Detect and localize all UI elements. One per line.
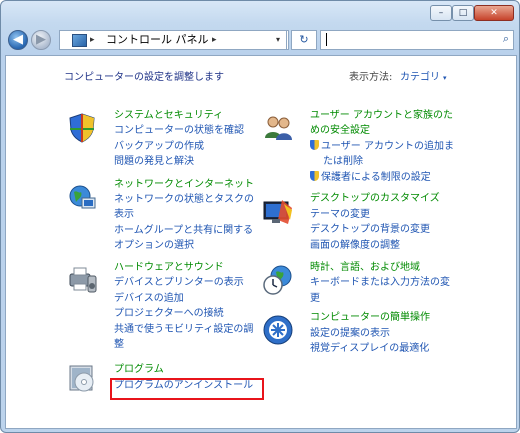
- category-ease-of-access[interactable]: コンピューターの簡単操作: [310, 310, 430, 325]
- link-connect-projector[interactable]: プロジェクターへの接続: [114, 306, 224, 321]
- desktop-display-icon[interactable]: [262, 196, 294, 228]
- highlight-box: [110, 378, 264, 400]
- control-panel-window: – □ ✕ ◀ ▶ ▸ コントロール パネル ▸ ▾ ↻ ⌕ コンピューターの設…: [0, 0, 520, 433]
- address-bar[interactable]: ▸ コントロール パネル ▸: [59, 30, 289, 50]
- link-parental-controls-label: 保護者による制限の設定: [321, 172, 431, 183]
- link-adjust-resolution[interactable]: 画面の解像度の調整: [310, 238, 400, 253]
- link-optimize-visual-display[interactable]: 視覚ディスプレイの最適化: [310, 341, 429, 356]
- breadcrumb-separator-icon[interactable]: ▸: [90, 31, 95, 49]
- refresh-icon: ↻: [299, 33, 309, 46]
- view-by-value: カテゴリ: [400, 72, 440, 83]
- users-icon[interactable]: [262, 112, 294, 144]
- category-programs[interactable]: プログラム: [114, 362, 164, 377]
- link-check-computer-status[interactable]: コンピューターの状態を確認: [114, 123, 244, 138]
- chevron-down-icon: ▾: [443, 74, 447, 82]
- link-mobility-settings-cont[interactable]: 整: [114, 337, 124, 352]
- link-change-input-method[interactable]: キーボードまたは入力方法の変: [310, 275, 450, 290]
- breadcrumb-control-panel[interactable]: コントロール パネル: [106, 31, 209, 49]
- view-by-label: 表示方法:: [349, 72, 393, 83]
- forward-button[interactable]: ▶: [31, 30, 51, 50]
- link-change-input-method-cont[interactable]: 更: [310, 291, 320, 306]
- link-mobility-settings[interactable]: 共通で使うモビリティ設定の調: [114, 322, 253, 337]
- link-network-status-tasks[interactable]: ネットワークの状態とタスクの: [114, 192, 254, 207]
- category-user-accounts[interactable]: ユーザー アカウントと家族のた: [310, 108, 453, 123]
- category-appearance[interactable]: デスクトップのカスタマイズ: [310, 191, 440, 206]
- category-hardware-sound[interactable]: ハードウェアとサウンド: [114, 260, 224, 275]
- maximize-button[interactable]: □: [452, 5, 474, 21]
- view-by-dropdown[interactable]: カテゴリ ▾: [400, 68, 447, 83]
- clock-globe-icon[interactable]: [262, 264, 294, 296]
- link-add-device[interactable]: デバイスの追加: [114, 291, 184, 306]
- link-homegroup-sharing-cont[interactable]: オプションの選択: [114, 238, 194, 253]
- search-input[interactable]: ⌕: [320, 30, 514, 50]
- breadcrumb-chevron-icon[interactable]: ▸: [212, 31, 217, 49]
- search-icon[interactable]: ⌕: [503, 32, 509, 46]
- uac-shield-icon: [310, 140, 319, 150]
- link-add-remove-user-label: ユーザー アカウントの追加ま: [321, 141, 454, 152]
- content-pane: コンピューターの設定を調整します 表示方法: カテゴリ ▾ システムとセキュリティ…: [5, 55, 517, 429]
- shield-icon[interactable]: [66, 112, 98, 144]
- link-change-background[interactable]: デスクトップの背景の変更: [310, 222, 430, 237]
- category-network-internet[interactable]: ネットワークとインターネット: [114, 177, 254, 192]
- refresh-button[interactable]: ↻: [291, 30, 317, 50]
- page-title: コンピューターの設定を調整します: [64, 72, 224, 83]
- programs-disc-icon[interactable]: [66, 362, 98, 394]
- address-history-dropdown[interactable]: ▾: [270, 30, 287, 50]
- link-create-backup[interactable]: バックアップの作成: [114, 139, 204, 154]
- link-add-remove-user[interactable]: ユーザー アカウントの追加ま: [310, 139, 454, 154]
- ease-of-access-icon[interactable]: [262, 314, 294, 346]
- back-button[interactable]: ◀: [8, 30, 28, 50]
- text-cursor: [326, 33, 327, 46]
- back-arrow-icon: ◀: [13, 32, 23, 47]
- forward-arrow-icon: ▶: [36, 32, 46, 47]
- category-system-security[interactable]: システムとセキュリティ: [114, 108, 223, 123]
- minimize-button[interactable]: –: [430, 5, 452, 21]
- link-parental-controls[interactable]: 保護者による制限の設定: [310, 170, 431, 185]
- printer-speaker-icon[interactable]: [66, 264, 98, 296]
- link-find-fix-problems[interactable]: 問題の発見と解決: [114, 154, 194, 169]
- close-button[interactable]: ✕: [474, 5, 514, 21]
- control-panel-icon: [72, 34, 87, 47]
- link-homegroup-sharing[interactable]: ホームグループと共有に関する: [114, 223, 253, 238]
- link-change-theme[interactable]: テーマの変更: [310, 207, 370, 222]
- network-globe-icon[interactable]: [66, 182, 98, 214]
- link-network-status-tasks-cont[interactable]: 表示: [114, 207, 134, 222]
- link-suggested-settings[interactable]: 設定の提案の表示: [310, 326, 390, 341]
- category-clock-language-region[interactable]: 時計、言語、および地域: [310, 260, 420, 275]
- link-add-remove-user-cont[interactable]: たは削除: [323, 154, 363, 169]
- uac-shield-icon: [310, 171, 319, 181]
- category-user-accounts-cont[interactable]: めの安全設定: [310, 123, 370, 138]
- link-devices-printers[interactable]: デバイスとプリンターの表示: [114, 275, 244, 290]
- navigation-bar: ◀ ▶ ▸ コントロール パネル ▸ ▾ ↻ ⌕: [5, 27, 515, 53]
